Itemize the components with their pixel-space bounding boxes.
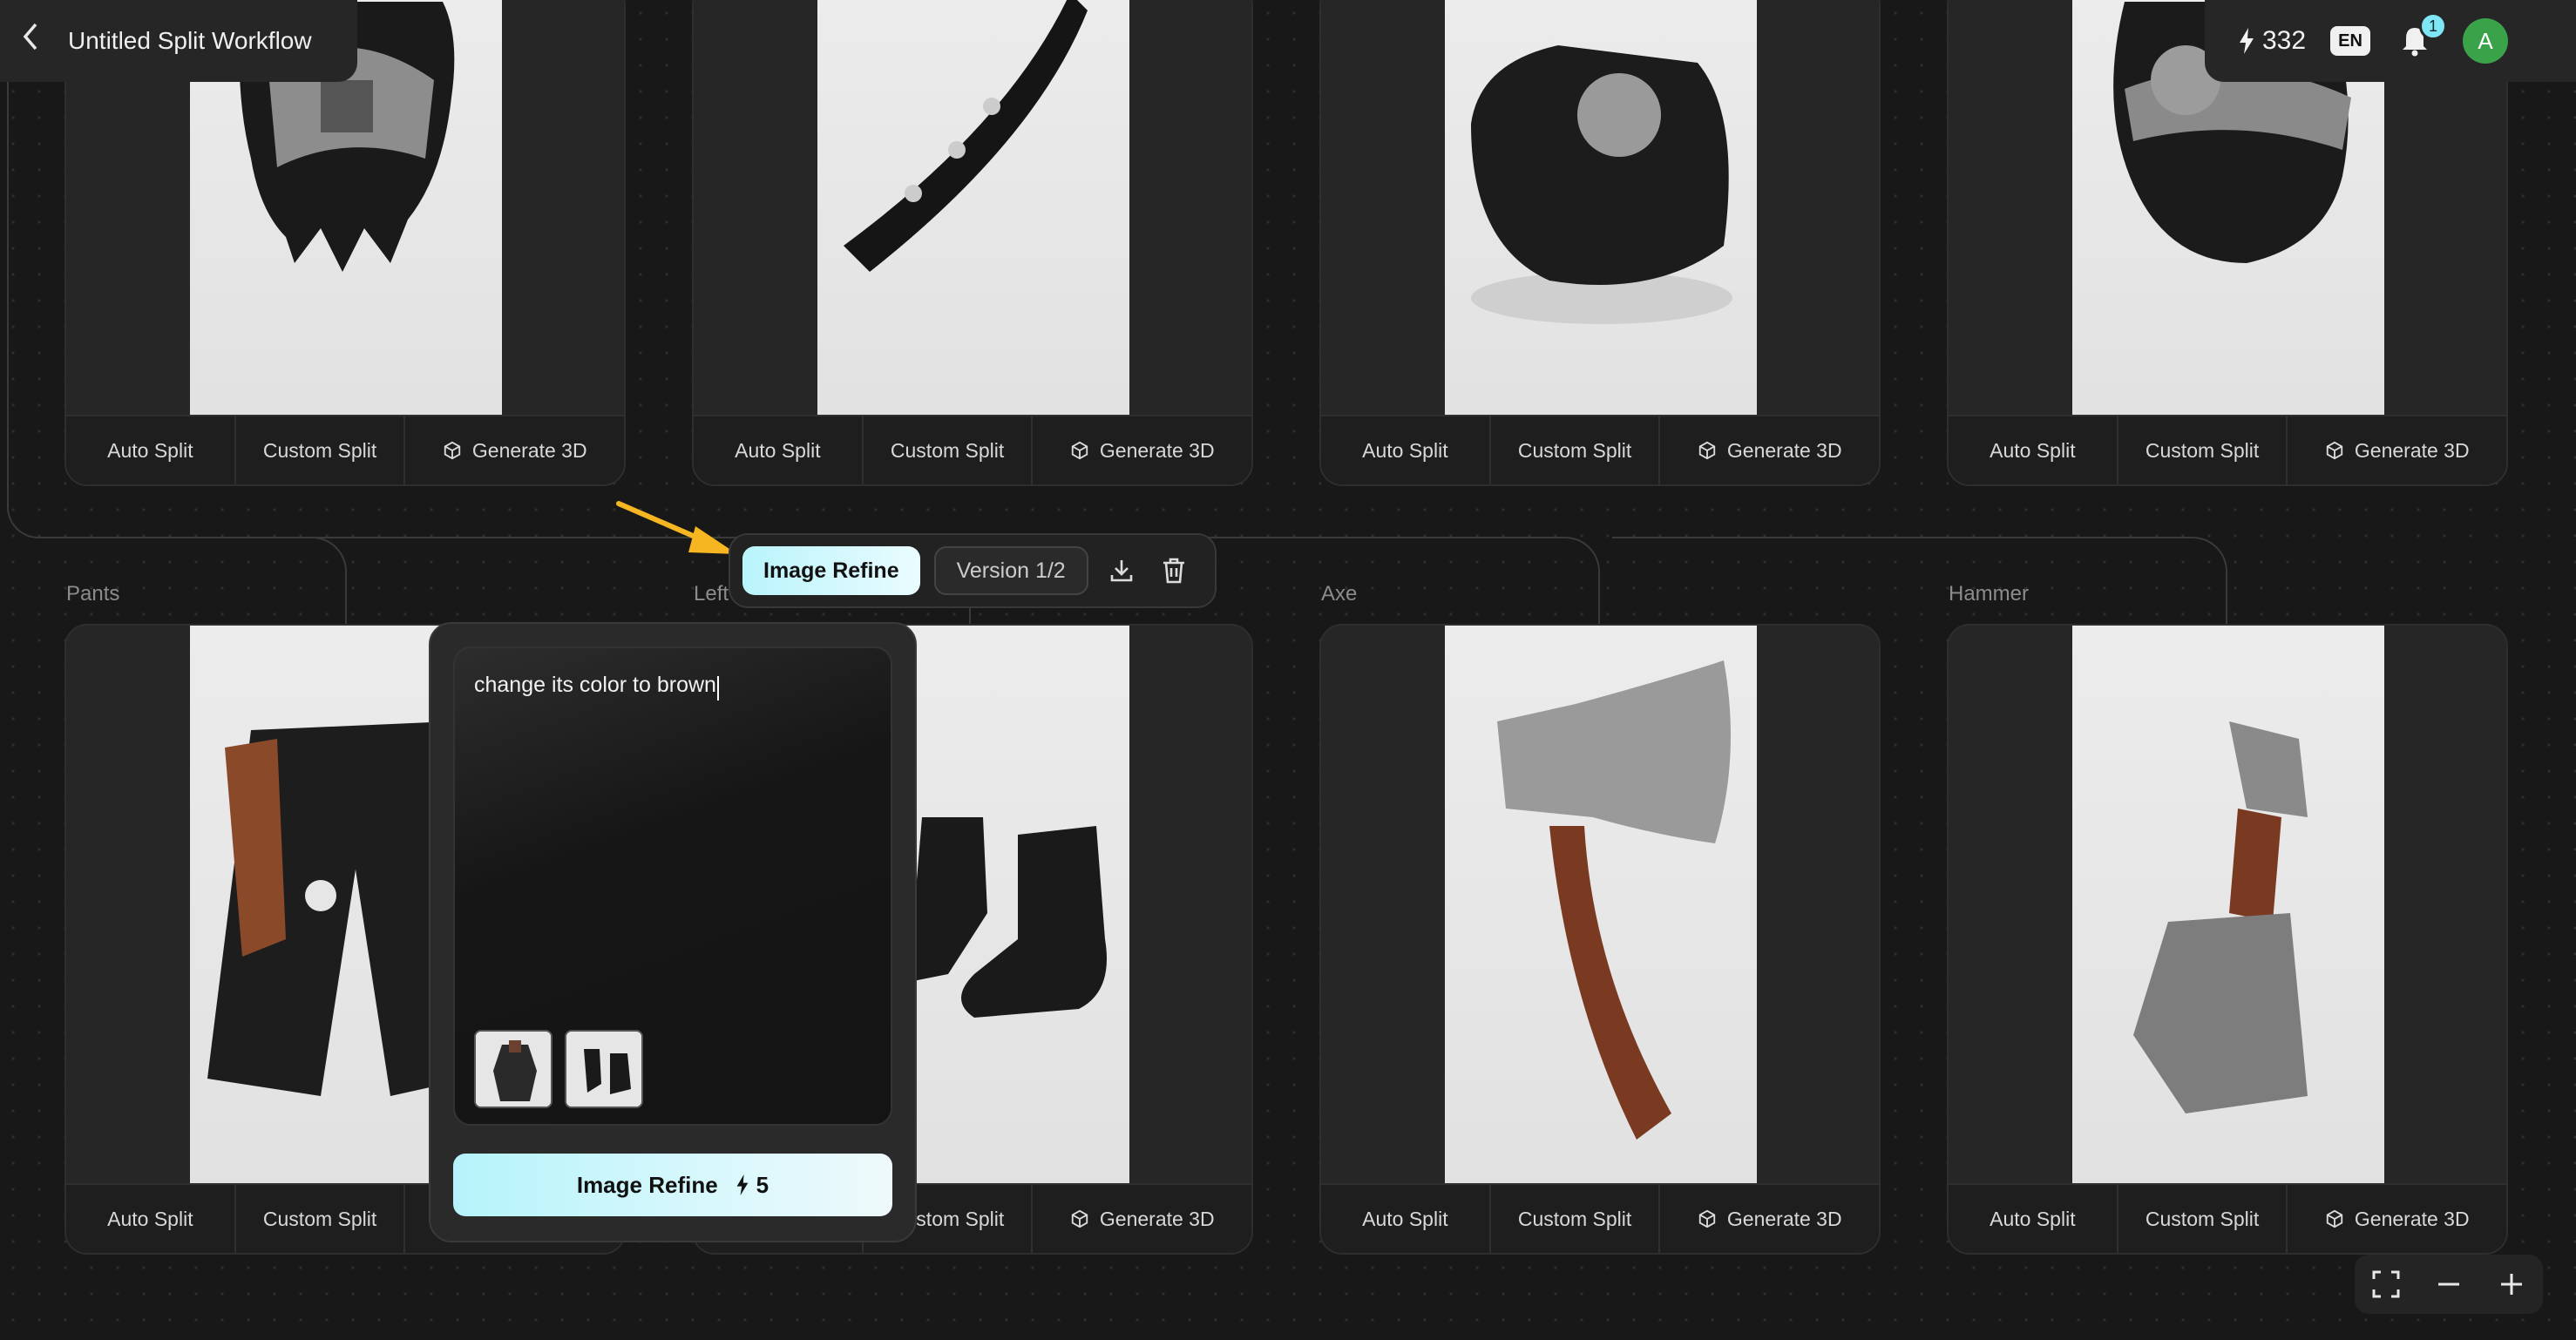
custom-split-button[interactable]: Custom Split (864, 416, 1034, 484)
auto-split-button[interactable]: Auto Split (1949, 1185, 2118, 1253)
download-button[interactable] (1102, 552, 1141, 590)
workflow-header: Untitled Split Workflow (0, 0, 357, 82)
hammer-image (2072, 626, 2384, 1253)
generate-3d-button[interactable]: Generate 3D (2288, 416, 2506, 484)
custom-split-button[interactable]: Custom Split (2118, 1185, 2288, 1253)
card-bracer[interactable]: Auto Split Custom Split Generate 3D (1319, 0, 1881, 486)
cube-icon (2326, 1209, 2343, 1228)
auto-split-button[interactable]: Auto Split (1949, 416, 2118, 484)
card-image (1321, 0, 1879, 484)
image-refine-submit-button[interactable]: Image Refine 5 (453, 1154, 892, 1216)
node-label-hammer: Hammer (1949, 582, 2030, 606)
reference-thumbnail-character[interactable] (474, 1030, 552, 1108)
minus-icon (2438, 1282, 2459, 1286)
back-icon[interactable] (9, 21, 52, 61)
generate-3d-button[interactable]: Generate 3D (1660, 1185, 1879, 1253)
card-image (694, 0, 1251, 484)
card-image (1321, 626, 1879, 1253)
language-button[interactable]: EN (2330, 26, 2371, 56)
fullscreen-icon (2372, 1270, 2400, 1298)
generate-3d-button[interactable]: Generate 3D (1660, 416, 1879, 484)
generate-3d-label: Generate 3D (2354, 438, 2470, 462)
cube-icon (2326, 441, 2343, 460)
custom-split-button[interactable]: Custom Split (2118, 416, 2288, 484)
node-toolbar: Image Refine Version 1/2 (729, 533, 1217, 608)
cube-icon (1071, 441, 1088, 460)
refine-cost: 5 (736, 1172, 769, 1199)
bolt-icon (736, 1174, 749, 1195)
auto-split-button[interactable]: Auto Split (66, 1185, 236, 1253)
cube-icon (1698, 441, 1716, 460)
bracer-image (1445, 0, 1757, 484)
card-belt[interactable]: Auto Split Custom Split Generate 3D (692, 0, 1253, 486)
reference-thumbnail-boots[interactable] (565, 1030, 643, 1108)
refine-cost-value: 5 (756, 1171, 769, 1198)
cube-icon (1698, 1209, 1716, 1228)
card-hammer[interactable]: Auto Split Custom Split Generate 3D (1947, 624, 2508, 1255)
credits-count: 332 (2262, 26, 2307, 55)
prompt-text: change its color to brown (474, 673, 716, 697)
refine-button-label: Image Refine (576, 1171, 718, 1198)
notification-badge: 1 (2419, 12, 2448, 40)
generate-3d-label: Generate 3D (1099, 438, 1215, 462)
auto-split-button[interactable]: Auto Split (1321, 416, 1491, 484)
node-label-pants: Pants (66, 582, 120, 606)
belt-image (817, 0, 1129, 484)
version-selector[interactable]: Version 1/2 (933, 546, 1088, 595)
card-axe[interactable]: Auto Split Custom Split Generate 3D (1319, 624, 1881, 1255)
top-right-bar: 332 EN 1 A (2205, 0, 2576, 82)
generate-3d-label: Generate 3D (1726, 438, 1842, 462)
node-label-axe: Axe (1321, 582, 1358, 606)
image-refine-tab[interactable]: Image Refine (742, 546, 920, 595)
generate-3d-label: Generate 3D (471, 438, 587, 462)
text-cursor (716, 675, 719, 700)
plus-icon (2501, 1274, 2522, 1295)
bolt-icon (2240, 28, 2254, 54)
generate-3d-label: Generate 3D (1099, 1207, 1215, 1230)
reference-images (474, 1030, 643, 1108)
connector-tab (305, 537, 347, 624)
download-icon (1110, 560, 1133, 582)
zoom-in-button[interactable] (2492, 1265, 2531, 1303)
cube-icon (1071, 1209, 1088, 1228)
avatar[interactable]: A (2463, 18, 2509, 64)
custom-split-button[interactable]: Custom Split (1491, 1185, 1661, 1253)
auto-split-button[interactable]: Auto Split (1321, 1185, 1491, 1253)
node-label-left: Left (694, 582, 729, 606)
workflow-title[interactable]: Untitled Split Workflow (68, 27, 312, 55)
delete-button[interactable] (1155, 552, 1193, 590)
zoom-controls (2355, 1255, 2543, 1314)
connector-tab (1612, 537, 2227, 624)
image-refine-popover: change its color to brown Image Refine 5 (429, 622, 917, 1242)
auto-split-button[interactable]: Auto Split (66, 416, 236, 484)
cube-icon (444, 441, 461, 460)
custom-split-button[interactable]: Custom Split (236, 416, 406, 484)
fullscreen-button[interactable] (2367, 1265, 2405, 1303)
connector-tab (1159, 537, 1600, 624)
custom-split-button[interactable]: Custom Split (1491, 416, 1661, 484)
prompt-input[interactable]: change its color to brown (453, 646, 892, 1126)
trash-icon (1163, 558, 1184, 584)
axe-image (1445, 626, 1757, 1253)
credits-display[interactable]: 332 (2238, 26, 2306, 56)
auto-split-button[interactable]: Auto Split (694, 416, 864, 484)
generate-3d-label: Generate 3D (1726, 1207, 1842, 1230)
generate-3d-button[interactable]: Generate 3D (1033, 1185, 1251, 1253)
zoom-out-button[interactable] (2430, 1265, 2468, 1303)
custom-split-button[interactable]: Custom Split (236, 1185, 406, 1253)
generate-3d-button[interactable]: Generate 3D (1033, 416, 1251, 484)
annotation-arrow (616, 501, 737, 554)
generate-3d-button[interactable]: Generate 3D (405, 416, 624, 484)
generate-3d-label: Generate 3D (2354, 1207, 2470, 1230)
notifications-button[interactable]: 1 (2395, 12, 2448, 61)
generate-3d-button[interactable]: Generate 3D (2288, 1185, 2506, 1253)
card-image (1949, 626, 2506, 1253)
